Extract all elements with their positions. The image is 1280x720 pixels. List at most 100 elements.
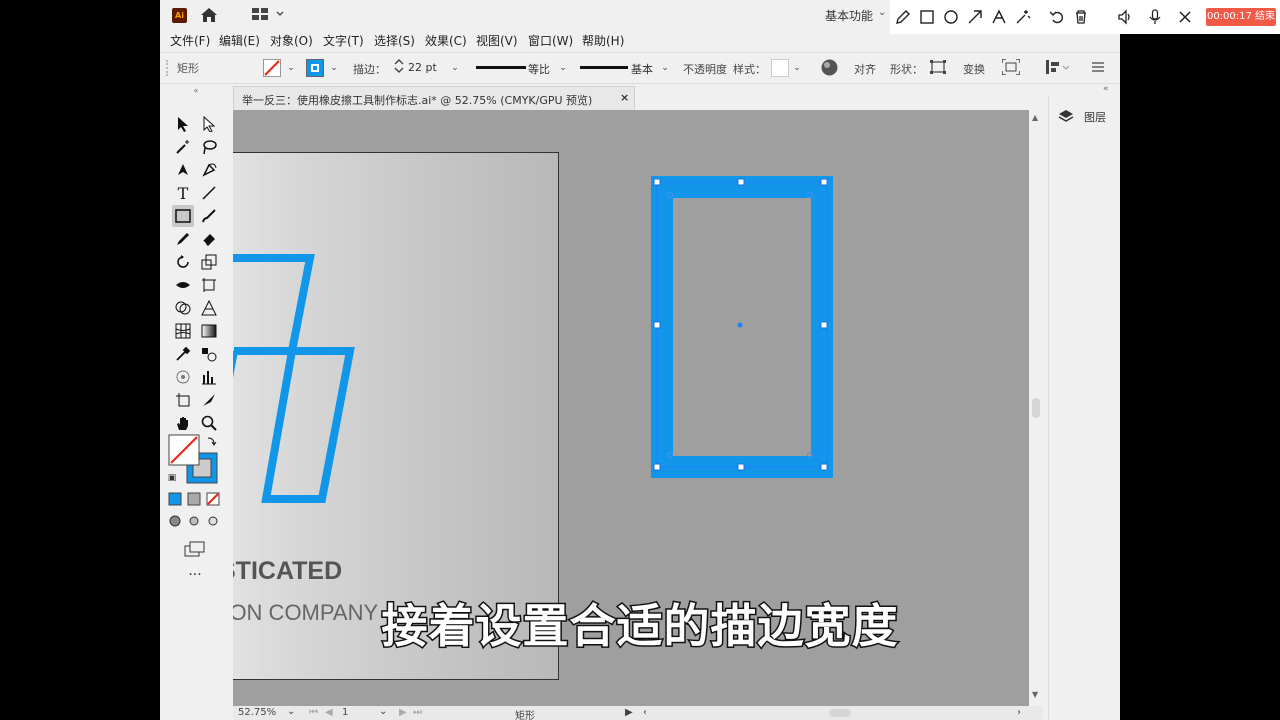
draw-behind-icon[interactable] [185, 512, 203, 530]
slice-tool-icon[interactable] [198, 389, 220, 411]
pencil-tool-icon[interactable] [172, 228, 194, 250]
fill-dropdown[interactable]: ⌄ [284, 60, 298, 76]
menu-list-icon[interactable] [1092, 61, 1104, 73]
pen-annotate-icon[interactable] [894, 8, 912, 26]
menu-edit[interactable]: 编辑(E) [219, 32, 260, 49]
panel-grip[interactable] [166, 60, 170, 76]
undo-icon[interactable] [1048, 8, 1066, 26]
next-artboard-icon[interactable]: ▶ [399, 707, 407, 718]
workspace-switcher[interactable]: 基本功能 [825, 7, 873, 24]
scroll-down-icon[interactable]: ▼ [1032, 690, 1038, 699]
menu-file[interactable]: 文件(F) [170, 32, 210, 49]
last-artboard-icon[interactable]: ⏭ [413, 707, 422, 718]
align-button[interactable]: 对齐 [854, 61, 876, 77]
graphic-style-swatch[interactable] [771, 59, 789, 77]
rotate-tool-icon[interactable] [172, 251, 194, 273]
text-annotate-icon[interactable] [990, 8, 1008, 26]
hand-tool-icon[interactable] [172, 412, 194, 434]
artboard-dropdown[interactable]: ⌄ [379, 706, 387, 717]
status-menu-icon[interactable]: ▶ [625, 707, 633, 718]
draw-inside-icon[interactable] [204, 512, 222, 530]
hscroll-left-icon[interactable]: ‹ [643, 707, 647, 718]
symbol-sprayer-tool-icon[interactable] [172, 366, 194, 388]
stroke-swatch[interactable] [306, 59, 324, 77]
blend-tool-icon[interactable] [198, 343, 220, 365]
variable-width-profile[interactable] [476, 66, 526, 70]
zoom-dropdown[interactable]: ⌄ [287, 706, 295, 717]
horizontal-scroll-thumb[interactable] [829, 709, 851, 717]
fill-swatch-none[interactable] [263, 59, 281, 77]
square-annotate-icon[interactable] [918, 8, 936, 26]
rectangle-tool-icon[interactable] [172, 205, 194, 227]
circle-annotate-icon[interactable] [942, 8, 960, 26]
zoom-tool-icon[interactable] [198, 412, 220, 434]
chevron-down-icon[interactable]: ⌄ [878, 7, 886, 18]
document-tab[interactable]: 举一反三：使用橡皮擦工具制作标志.ai* @ 52.75% (CMYK/GPU … [233, 86, 635, 111]
prev-artboard-icon[interactable]: ◀ [325, 707, 333, 718]
recolor-artwork-icon[interactable] [821, 59, 838, 76]
stroke-dropdown[interactable]: ⌄ [327, 60, 341, 76]
curvature-tool-icon[interactable] [198, 159, 220, 181]
default-colors-icon[interactable]: ▣ [166, 472, 178, 484]
menu-type[interactable]: 文字(T) [323, 32, 364, 49]
brush-definition[interactable] [580, 66, 628, 70]
first-artboard-icon[interactable]: ⏮ [309, 707, 318, 718]
stroke-stepper[interactable] [392, 57, 406, 77]
menu-effect[interactable]: 效果(C) [425, 32, 467, 49]
mesh-tool-icon[interactable] [172, 320, 194, 342]
arrow-annotate-icon[interactable] [966, 8, 984, 26]
lasso-tool-icon[interactable] [198, 136, 220, 158]
microphone-icon[interactable] [1146, 8, 1164, 26]
column-graph-tool-icon[interactable] [198, 366, 220, 388]
trash-icon[interactable] [1072, 8, 1090, 26]
artboard-number[interactable]: 1 [342, 707, 348, 718]
opacity-label[interactable]: 不透明度 [683, 61, 727, 77]
scroll-thumb[interactable] [1032, 398, 1040, 418]
scroll-up-icon[interactable]: ▲ [1032, 113, 1038, 122]
stroke-weight-input[interactable]: 22 pt [408, 61, 437, 74]
collapse-icon[interactable]: « [166, 86, 226, 95]
hscroll-right-icon[interactable]: › [1017, 707, 1021, 718]
close-icon[interactable]: × [620, 91, 629, 104]
close-recorder-icon[interactable] [1176, 8, 1194, 26]
isolate-icon[interactable] [1002, 59, 1020, 75]
recording-timer-stop-button[interactable]: 00:00:17 结束 [1206, 8, 1276, 26]
selection-tool-icon[interactable] [172, 113, 194, 135]
layers-panel-button[interactable]: 图层 [1054, 106, 1116, 126]
artboard-tool-icon[interactable] [172, 389, 194, 411]
type-tool-icon[interactable]: T [172, 182, 194, 204]
color-mode-icon[interactable] [166, 490, 184, 508]
arrange-documents-icon[interactable] [252, 8, 286, 22]
transform-button[interactable]: 变换 [963, 61, 985, 77]
line-tool-icon[interactable] [198, 182, 220, 204]
menu-view[interactable]: 视图(V) [476, 32, 518, 49]
scale-tool-icon[interactable] [198, 251, 220, 273]
menu-window[interactable]: 窗口(W) [528, 32, 573, 49]
shape-properties-icon[interactable] [930, 60, 946, 74]
gradient-tool-icon[interactable] [198, 320, 220, 342]
style-dropdown[interactable]: ⌄ [790, 60, 804, 76]
stroke-weight-dropdown[interactable]: ⌄ [448, 60, 462, 76]
brush-dropdown[interactable]: ⌄ [658, 60, 672, 76]
paintbrush-tool-icon[interactable] [198, 205, 220, 227]
eraser-tool-icon[interactable] [198, 228, 220, 250]
speaker-icon[interactable] [1116, 8, 1134, 26]
home-icon[interactable] [200, 7, 218, 23]
draw-normal-icon[interactable] [166, 512, 184, 530]
menu-select[interactable]: 选择(S) [374, 32, 415, 49]
gradient-mode-icon[interactable] [185, 490, 203, 508]
screen-mode-icon[interactable] [184, 538, 206, 560]
none-mode-icon[interactable] [204, 490, 222, 508]
eyedropper-tool-icon[interactable] [172, 343, 194, 365]
width-tool-icon[interactable] [172, 274, 194, 296]
arrange-icon[interactable] [1046, 59, 1070, 75]
zoom-level[interactable]: 52.75% [238, 707, 276, 718]
free-transform-tool-icon[interactable] [198, 274, 220, 296]
shape-builder-tool-icon[interactable] [172, 297, 194, 319]
edit-toolbar-icon[interactable]: ··· [184, 564, 206, 586]
menu-object[interactable]: 对象(O) [270, 32, 313, 49]
selected-rectangle[interactable] [649, 174, 835, 484]
magic-wand-tool-icon[interactable] [172, 136, 194, 158]
collapse-panel-icon[interactable]: « [1103, 84, 1109, 94]
magic-annotate-icon[interactable] [1014, 8, 1032, 26]
